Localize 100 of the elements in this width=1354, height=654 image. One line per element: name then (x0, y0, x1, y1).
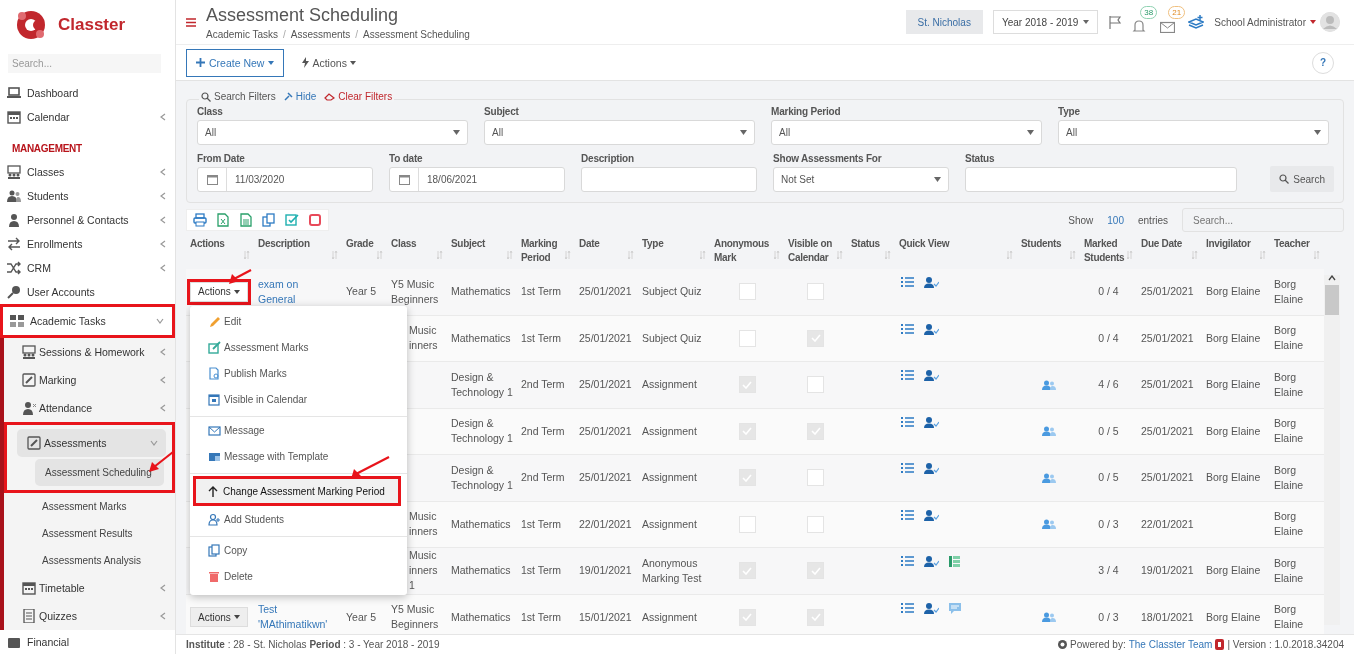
menu-item[interactable]: Visible in Calendar (190, 386, 407, 412)
scrollbar-thumb[interactable] (1325, 285, 1339, 315)
menu-item[interactable]: Edit (190, 308, 407, 334)
nav-item[interactable]: Marking (4, 366, 175, 394)
page-size-select[interactable]: 100 (1107, 214, 1124, 226)
help-button[interactable]: ? (1312, 51, 1334, 74)
menu-item[interactable]: Assessment Marks (190, 334, 407, 360)
checkbox[interactable] (738, 515, 756, 533)
date-field[interactable]: 18/06/2021 (389, 167, 565, 192)
column-header[interactable]: Invigilator (1206, 237, 1266, 251)
description-link[interactable]: Test 'MAthimatikwn' (258, 602, 338, 633)
checkbox[interactable] (738, 608, 756, 626)
checkbox[interactable] (807, 283, 824, 301)
checkbox[interactable] (738, 562, 756, 580)
checkbox[interactable] (738, 329, 756, 347)
nav-item[interactable]: Assessments (17, 429, 166, 457)
checkbox[interactable] (807, 469, 824, 487)
menu-item[interactable]: Message (190, 417, 407, 443)
flag-icon[interactable] (1108, 15, 1123, 29)
list-icon[interactable] (901, 370, 914, 381)
menu-icon[interactable] (186, 17, 196, 27)
text-field[interactable] (965, 167, 1237, 192)
checkbox[interactable] (738, 469, 756, 487)
nav-item[interactable]: Dashboard (0, 81, 175, 106)
menu-item[interactable]: Change Assessment Marking Period (193, 476, 401, 506)
students-icon[interactable] (1041, 426, 1056, 437)
select-field[interactable]: Not Set (773, 167, 949, 192)
column-header[interactable]: Type (642, 237, 706, 251)
list-icon[interactable] (901, 556, 914, 567)
table-icon[interactable] (949, 556, 960, 567)
checkbox[interactable] (807, 515, 824, 533)
students-icon[interactable] (1041, 519, 1056, 530)
nav-item[interactable]: Enrollments (0, 232, 175, 256)
nav-item[interactable]: Assessment Marks (32, 493, 175, 520)
nav-item[interactable]: Assessment Scheduling (35, 459, 164, 486)
checkbox[interactable] (807, 562, 824, 580)
user-check-icon[interactable] (924, 370, 939, 381)
bell-icon[interactable] (1132, 19, 1147, 33)
select-field[interactable]: All (1058, 120, 1329, 145)
institute-button[interactable]: St. Nicholas (905, 10, 983, 34)
column-header[interactable]: Due Date (1141, 237, 1198, 251)
document-icon[interactable] (239, 213, 253, 227)
breadcrumb-item[interactable]: Academic Tasks (206, 28, 279, 40)
user-check-icon[interactable] (924, 323, 939, 335)
user-check-icon[interactable] (924, 277, 939, 288)
nav-item[interactable]: Personnel & Contacts (0, 208, 175, 233)
column-header[interactable]: Quick View (899, 237, 1013, 251)
nav-item[interactable]: Timetable (4, 574, 175, 602)
menu-item[interactable]: Delete (190, 563, 407, 589)
search-button[interactable]: Search (1270, 166, 1334, 192)
checkbox[interactable] (807, 422, 824, 440)
create-new-button[interactable]: Create New (186, 48, 285, 77)
menu-item[interactable]: Publish Marks (190, 360, 407, 386)
column-header[interactable]: Grade (346, 237, 383, 251)
list-icon[interactable] (901, 602, 914, 614)
column-header[interactable]: Marked Students (1084, 237, 1133, 265)
search-field[interactable]: Search... (8, 54, 161, 74)
table-search-field[interactable]: Search... (1182, 208, 1344, 232)
select-field[interactable]: All (771, 120, 1042, 145)
nav-item[interactable]: Assessments Analysis (32, 547, 175, 574)
nav-item[interactable]: User Accounts (0, 280, 175, 304)
copy-icon[interactable] (262, 213, 276, 227)
nav-item[interactable]: Attendance (4, 394, 175, 422)
user-name[interactable]: School Administrator (1214, 16, 1306, 28)
user-check-icon[interactable] (924, 602, 939, 614)
column-header[interactable]: Students (1021, 237, 1076, 251)
user-check-icon[interactable] (924, 416, 939, 428)
actions-menu-button[interactable]: Actions (296, 55, 362, 70)
user-check-icon[interactable] (924, 556, 939, 567)
description-link[interactable]: exam on General (258, 276, 338, 307)
mail-icon[interactable] (1160, 21, 1176, 33)
nav-item[interactable]: Calendar (0, 105, 175, 130)
hide-link[interactable]: Hide (295, 91, 317, 102)
list-icon[interactable] (901, 463, 914, 474)
user-check-icon[interactable] (924, 463, 939, 474)
actions-button[interactable]: Actions (190, 607, 248, 628)
column-header[interactable]: Anonymous Mark (714, 237, 780, 265)
column-header[interactable]: Marking Period (521, 237, 571, 265)
breadcrumb-item[interactable]: Assessments (290, 28, 351, 40)
list-icon[interactable] (901, 323, 914, 335)
nav-item[interactable]: Assessment Results (32, 520, 175, 547)
column-header[interactable]: Date (579, 237, 634, 251)
nav-item[interactable]: Students (0, 184, 175, 209)
menu-item[interactable]: Copy (190, 537, 407, 563)
select-field[interactable]: All (484, 120, 755, 145)
column-header[interactable]: Description (258, 237, 338, 251)
square-icon[interactable] (308, 213, 322, 227)
text-field[interactable] (581, 167, 757, 192)
checkbox[interactable] (807, 608, 824, 626)
column-header[interactable]: Teacher (1274, 237, 1320, 251)
column-header[interactable]: Status (851, 237, 891, 251)
team-link[interactable]: The Classter Team (1128, 639, 1213, 650)
list-icon[interactable] (901, 509, 914, 521)
checkbox[interactable] (738, 376, 756, 394)
menu-item[interactable]: Add Students (190, 506, 407, 532)
print-icon[interactable] (193, 213, 207, 227)
column-header[interactable]: Visible on Calendar (788, 237, 843, 265)
list-icon[interactable] (901, 416, 914, 428)
menu-item[interactable]: Message with Template (190, 443, 407, 469)
year-select[interactable]: Year 2018 - 2019 (992, 10, 1099, 34)
